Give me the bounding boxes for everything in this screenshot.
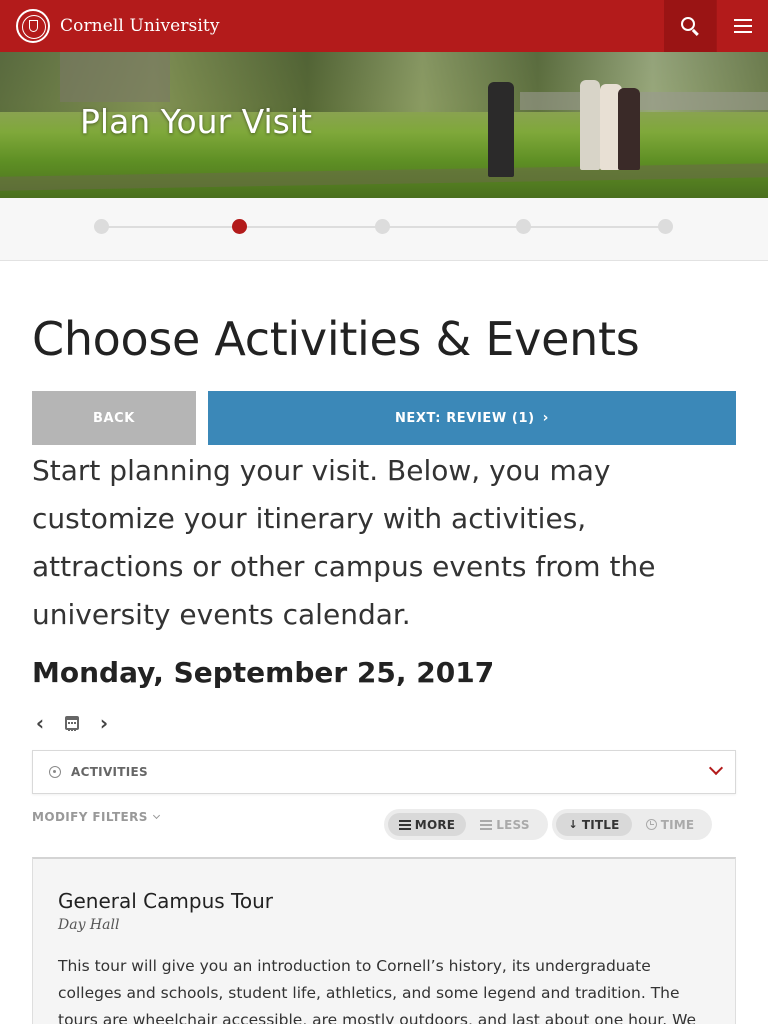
- next-button-label: NEXT: REVIEW (1): [394, 410, 535, 426]
- back-button-label: BACK: [93, 410, 135, 426]
- hero-banner: Plan Your Visit: [0, 52, 768, 198]
- date-heading: Monday, September 25, 2017: [32, 656, 495, 689]
- event-location: Day Hall: [58, 917, 120, 933]
- sort-toggle: ↓ TITLE TIME: [552, 809, 712, 840]
- list-icon: [480, 819, 493, 830]
- brand-name: Cornell University: [60, 16, 220, 36]
- event-title: General Campus Tour: [58, 889, 273, 913]
- sort-title-option[interactable]: ↓ TITLE: [556, 813, 632, 836]
- sort-time-option[interactable]: TIME: [632, 813, 708, 836]
- modify-filters-toggle[interactable]: MODIFY FILTERS: [32, 810, 160, 824]
- clock-icon: [645, 819, 657, 830]
- sort-title-label: TITLE: [581, 817, 620, 832]
- cornell-seal-icon: [16, 9, 50, 43]
- list-icon: [398, 819, 411, 830]
- next-review-button[interactable]: NEXT: REVIEW (1) ›: [208, 391, 736, 445]
- step-4-dot[interactable]: [516, 219, 531, 234]
- top-bar: Cornell University: [0, 0, 768, 52]
- view-density-toggle: MORE LESS: [384, 809, 548, 840]
- event-description: This tour will give you an introduction …: [58, 957, 697, 1024]
- brand-logo-link[interactable]: Cornell University: [16, 9, 220, 43]
- progress-stepper: [0, 198, 768, 261]
- intro-text: Start planning your visit. Below, you ma…: [32, 454, 656, 631]
- date-navigation: ‹ ›: [32, 711, 112, 735]
- step-5-dot[interactable]: [658, 219, 673, 234]
- hamburger-menu-icon: [733, 19, 752, 33]
- view-less-option[interactable]: LESS: [466, 813, 544, 836]
- step-2-dot-active[interactable]: [232, 219, 247, 234]
- page-hero-title: Plan Your Visit: [80, 102, 312, 141]
- search-button[interactable]: [664, 0, 716, 52]
- view-less-label: LESS: [496, 817, 530, 832]
- back-button[interactable]: BACK: [32, 391, 196, 445]
- activities-icon: [49, 766, 61, 778]
- sort-time-label: TIME: [660, 817, 695, 832]
- calendar-icon[interactable]: [64, 712, 80, 734]
- step-3-dot[interactable]: [375, 219, 390, 234]
- view-more-label: MORE: [414, 817, 456, 832]
- activities-filter-dropdown[interactable]: ACTIVITIES: [32, 750, 736, 794]
- event-card[interactable]: General Campus Tour Day Hall This tour w…: [32, 857, 736, 1024]
- modify-filters-label: MODIFY FILTERS: [32, 810, 148, 824]
- chevron-right-icon: ›: [542, 410, 550, 426]
- chevron-down-small-icon: [152, 811, 160, 820]
- view-more-option[interactable]: MORE: [388, 813, 466, 836]
- sort-alpha-icon: ↓: [568, 818, 578, 831]
- search-icon: [681, 17, 695, 31]
- step-1-dot[interactable]: [94, 219, 109, 234]
- previous-day-icon[interactable]: ‹: [32, 711, 48, 735]
- filter-label: ACTIVITIES: [71, 765, 148, 779]
- next-day-icon[interactable]: ›: [96, 711, 112, 735]
- chevron-down-icon: [708, 760, 724, 776]
- menu-button[interactable]: [716, 0, 768, 52]
- page-title: Choose Activities & Events: [32, 312, 640, 366]
